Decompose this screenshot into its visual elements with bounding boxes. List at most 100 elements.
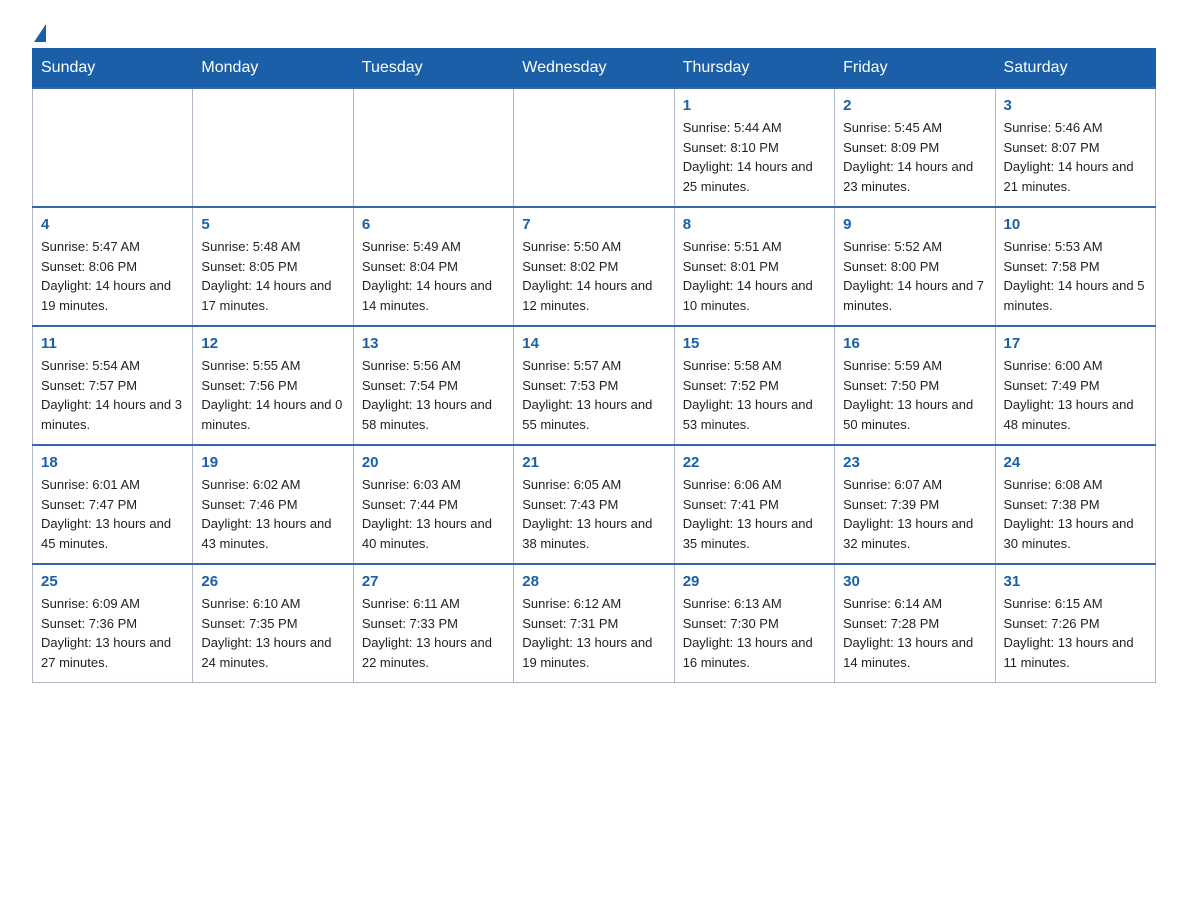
day-number: 27 [362,573,505,590]
calendar-cell: 12 Sunrise: 5:55 AM Sunset: 7:56 PM Dayli… [193,326,353,445]
calendar-cell: 8 Sunrise: 5:51 AM Sunset: 8:01 PM Daylig… [674,207,834,326]
day-number: 22 [683,454,826,471]
calendar-cell: 17Sunrise: 6:00 AM Sunset: 7:49 PM Dayli… [995,326,1155,445]
calendar-cell: 11 Sunrise: 5:54 AM Sunset: 7:57 PM Dayli… [33,326,193,445]
day-number: 25 [41,573,184,590]
day-info: Sunrise: 5:46 AM Sunset: 8:07 PM Dayligh… [1004,118,1147,196]
calendar-cell: 28 Sunrise: 6:12 AM Sunset: 7:31 PM Dayli… [514,564,674,683]
day-number: 30 [843,573,986,590]
day-number: 13 [362,335,505,352]
day-number: 2 [843,97,986,114]
week-row-2: 4 Sunrise: 5:47 AM Sunset: 8:06 PM Daylig… [33,207,1156,326]
day-info: Sunrise: 5:56 AM Sunset: 7:54 PM Dayligh… [362,356,505,434]
day-info: Sunrise: 6:02 AM Sunset: 7:46 PM Dayligh… [201,475,344,553]
day-number: 7 [522,216,665,233]
calendar-cell: 16 Sunrise: 5:59 AM Sunset: 7:50 PM Dayli… [835,326,995,445]
day-number: 6 [362,216,505,233]
day-number: 29 [683,573,826,590]
day-info: Sunrise: 5:51 AM Sunset: 8:01 PM Dayligh… [683,237,826,315]
day-number: 19 [201,454,344,471]
day-number: 23 [843,454,986,471]
day-number: 12 [201,335,344,352]
day-number: 31 [1004,573,1147,590]
day-info: Sunrise: 6:09 AM Sunset: 7:36 PM Dayligh… [41,594,184,672]
day-number: 24 [1004,454,1147,471]
day-info: Sunrise: 6:06 AM Sunset: 7:41 PM Dayligh… [683,475,826,553]
weekday-header-thursday: Thursday [674,49,834,89]
calendar-cell: 31 Sunrise: 6:15 AM Sunset: 7:26 PM Dayli… [995,564,1155,683]
calendar-cell: 21Sunrise: 6:05 AM Sunset: 7:43 PM Dayli… [514,445,674,564]
weekday-header-monday: Monday [193,49,353,89]
day-number: 21 [522,454,665,471]
day-info: Sunrise: 5:44 AM Sunset: 8:10 PM Dayligh… [683,118,826,196]
day-number: 8 [683,216,826,233]
day-number: 15 [683,335,826,352]
calendar-cell: 7Sunrise: 5:50 AM Sunset: 8:02 PM Daylig… [514,207,674,326]
calendar-cell: 14 Sunrise: 5:57 AM Sunset: 7:53 PM Dayli… [514,326,674,445]
calendar-table: SundayMondayTuesdayWednesdayThursdayFrid… [32,48,1156,683]
day-info: Sunrise: 6:15 AM Sunset: 7:26 PM Dayligh… [1004,594,1147,672]
calendar-cell [353,88,513,207]
calendar-cell: 29Sunrise: 6:13 AM Sunset: 7:30 PM Dayli… [674,564,834,683]
day-number: 14 [522,335,665,352]
calendar-cell: 19 Sunrise: 6:02 AM Sunset: 7:46 PM Dayli… [193,445,353,564]
day-info: Sunrise: 5:52 AM Sunset: 8:00 PM Dayligh… [843,237,986,315]
calendar-cell: 15 Sunrise: 5:58 AM Sunset: 7:52 PM Dayli… [674,326,834,445]
weekday-header-saturday: Saturday [995,49,1155,89]
calendar-cell: 25 Sunrise: 6:09 AM Sunset: 7:36 PM Dayli… [33,564,193,683]
day-info: Sunrise: 6:12 AM Sunset: 7:31 PM Dayligh… [522,594,665,672]
logo [32,24,46,38]
day-info: Sunrise: 5:55 AM Sunset: 7:56 PM Dayligh… [201,356,344,434]
day-info: Sunrise: 6:07 AM Sunset: 7:39 PM Dayligh… [843,475,986,553]
day-number: 16 [843,335,986,352]
calendar-cell: 23 Sunrise: 6:07 AM Sunset: 7:39 PM Dayli… [835,445,995,564]
calendar-cell: 4 Sunrise: 5:47 AM Sunset: 8:06 PM Daylig… [33,207,193,326]
calendar-cell [193,88,353,207]
day-info: Sunrise: 6:11 AM Sunset: 7:33 PM Dayligh… [362,594,505,672]
weekday-header-sunday: Sunday [33,49,193,89]
day-info: Sunrise: 6:10 AM Sunset: 7:35 PM Dayligh… [201,594,344,672]
day-info: Sunrise: 5:49 AM Sunset: 8:04 PM Dayligh… [362,237,505,315]
day-info: Sunrise: 6:08 AM Sunset: 7:38 PM Dayligh… [1004,475,1147,553]
day-number: 28 [522,573,665,590]
calendar-cell: 6 Sunrise: 5:49 AM Sunset: 8:04 PM Daylig… [353,207,513,326]
day-info: Sunrise: 5:48 AM Sunset: 8:05 PM Dayligh… [201,237,344,315]
page-header [32,24,1156,38]
day-number: 11 [41,335,184,352]
day-info: Sunrise: 5:45 AM Sunset: 8:09 PM Dayligh… [843,118,986,196]
calendar-cell: 30Sunrise: 6:14 AM Sunset: 7:28 PM Dayli… [835,564,995,683]
day-number: 4 [41,216,184,233]
week-row-4: 18 Sunrise: 6:01 AM Sunset: 7:47 PM Dayli… [33,445,1156,564]
weekday-header-tuesday: Tuesday [353,49,513,89]
calendar-cell: 27 Sunrise: 6:11 AM Sunset: 7:33 PM Dayli… [353,564,513,683]
calendar-cell: 9 Sunrise: 5:52 AM Sunset: 8:00 PM Daylig… [835,207,995,326]
day-info: Sunrise: 5:59 AM Sunset: 7:50 PM Dayligh… [843,356,986,434]
day-number: 18 [41,454,184,471]
calendar-cell: 18 Sunrise: 6:01 AM Sunset: 7:47 PM Dayli… [33,445,193,564]
calendar-cell: 1 Sunrise: 5:44 AM Sunset: 8:10 PM Daylig… [674,88,834,207]
calendar-cell: 10 Sunrise: 5:53 AM Sunset: 7:58 PM Dayli… [995,207,1155,326]
week-row-5: 25 Sunrise: 6:09 AM Sunset: 7:36 PM Dayli… [33,564,1156,683]
calendar-cell [33,88,193,207]
day-info: Sunrise: 5:57 AM Sunset: 7:53 PM Dayligh… [522,356,665,434]
calendar-cell: 5 Sunrise: 5:48 AM Sunset: 8:05 PM Daylig… [193,207,353,326]
calendar-cell: 2 Sunrise: 5:45 AM Sunset: 8:09 PM Daylig… [835,88,995,207]
day-info: Sunrise: 6:01 AM Sunset: 7:47 PM Dayligh… [41,475,184,553]
day-number: 10 [1004,216,1147,233]
day-number: 1 [683,97,826,114]
day-info: Sunrise: 5:47 AM Sunset: 8:06 PM Dayligh… [41,237,184,315]
day-number: 3 [1004,97,1147,114]
day-info: Sunrise: 6:03 AM Sunset: 7:44 PM Dayligh… [362,475,505,553]
weekday-header-wednesday: Wednesday [514,49,674,89]
day-info: Sunrise: 5:53 AM Sunset: 7:58 PM Dayligh… [1004,237,1147,315]
calendar-cell: 24 Sunrise: 6:08 AM Sunset: 7:38 PM Dayli… [995,445,1155,564]
day-info: Sunrise: 5:54 AM Sunset: 7:57 PM Dayligh… [41,356,184,434]
calendar-cell: 22 Sunrise: 6:06 AM Sunset: 7:41 PM Dayli… [674,445,834,564]
weekday-header-friday: Friday [835,49,995,89]
day-number: 5 [201,216,344,233]
day-info: Sunrise: 5:58 AM Sunset: 7:52 PM Dayligh… [683,356,826,434]
day-number: 9 [843,216,986,233]
calendar-header-row: SundayMondayTuesdayWednesdayThursdayFrid… [33,49,1156,89]
day-number: 17 [1004,335,1147,352]
week-row-3: 11 Sunrise: 5:54 AM Sunset: 7:57 PM Dayli… [33,326,1156,445]
